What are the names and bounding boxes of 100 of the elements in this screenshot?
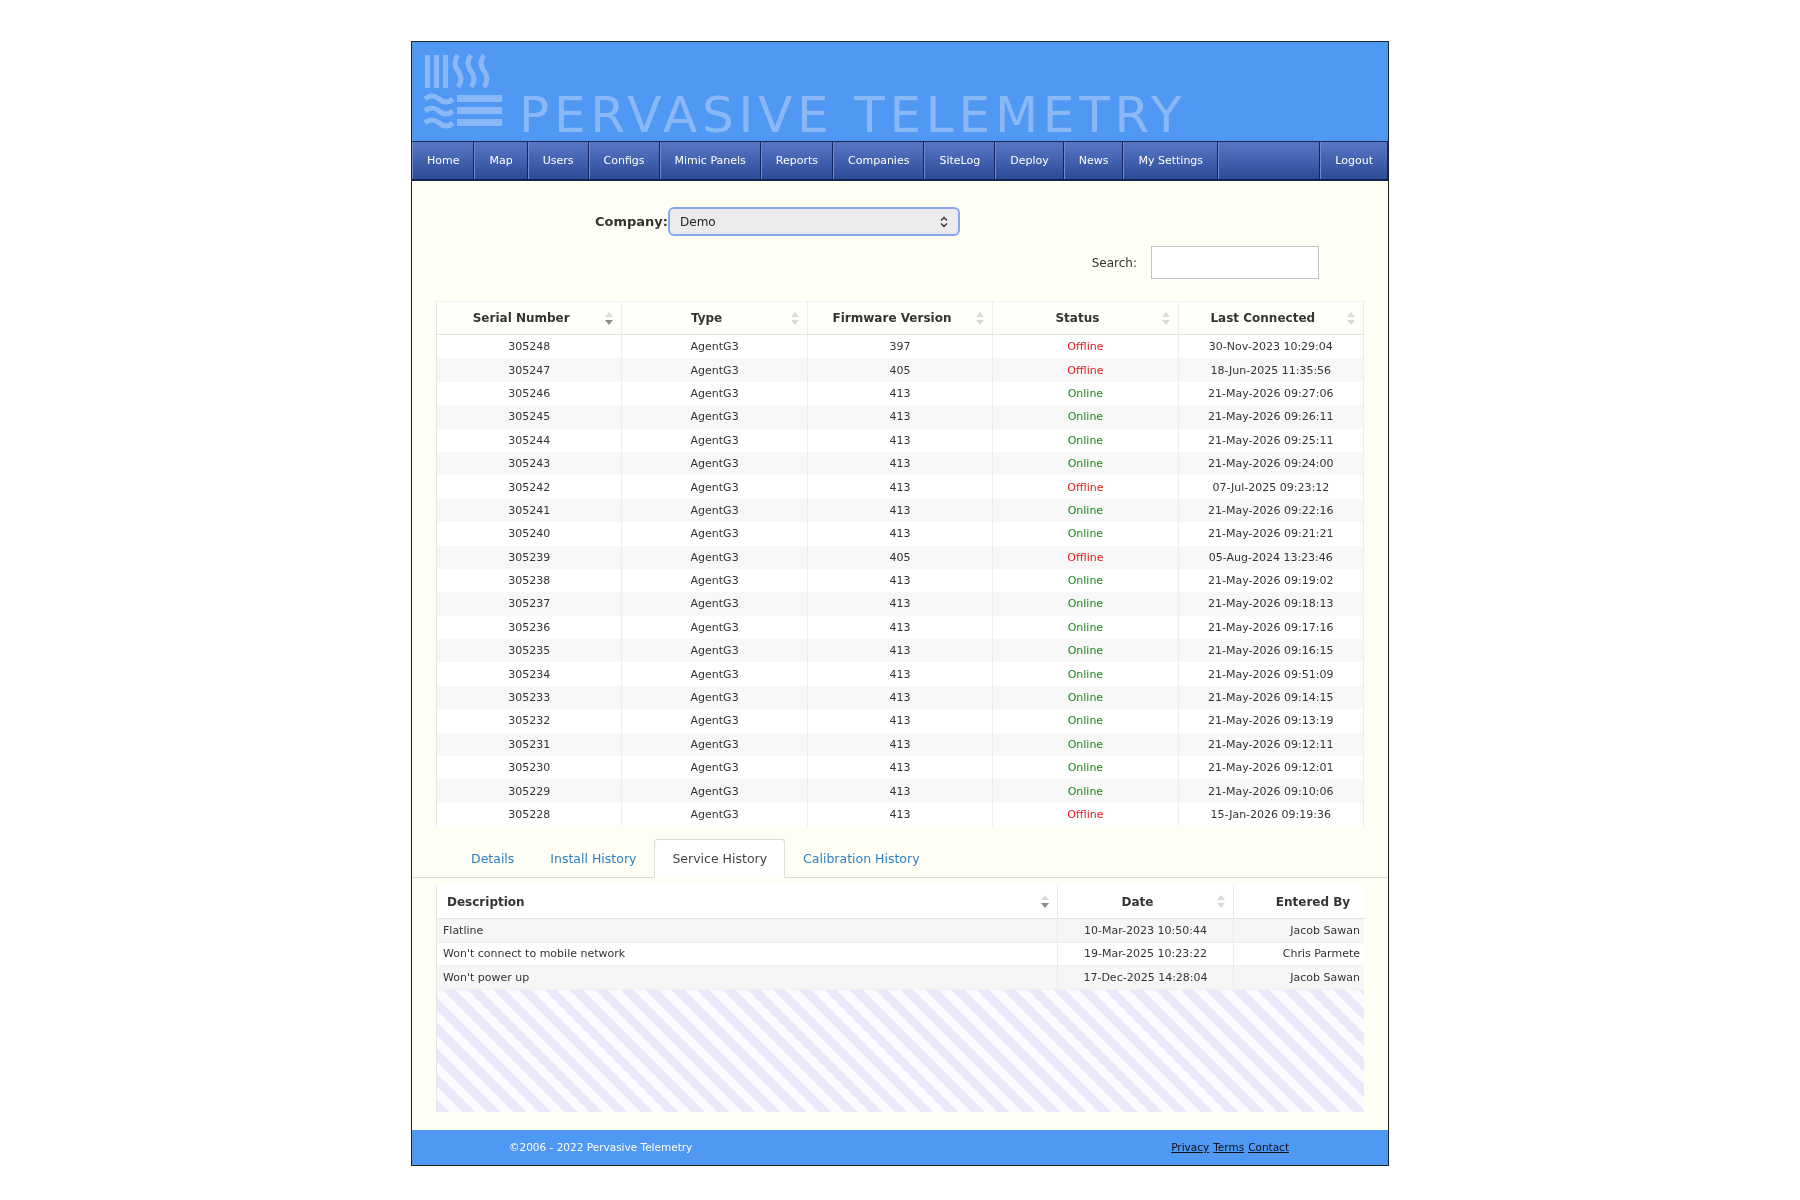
column-header[interactable]: Serial Number: [437, 301, 623, 335]
column-header[interactable]: Entered By: [1234, 885, 1364, 920]
status-cell: Online: [993, 639, 1179, 663]
table-cell: AgentG3: [622, 358, 808, 382]
table-cell: 21-May-2026 09:18:13: [1178, 592, 1364, 616]
nav-item[interactable]: Home: [412, 142, 475, 179]
table-cell: AgentG3: [622, 568, 808, 593]
tab[interactable]: Service History: [654, 839, 786, 879]
nav-item[interactable]: SiteLog: [924, 142, 996, 179]
table-cell: 21-May-2026 09:26:11: [1178, 405, 1364, 429]
table-cell: 413: [807, 522, 994, 546]
table-cell: 305230: [437, 756, 623, 780]
table-cell: 21-May-2026 09:14:15: [1178, 685, 1364, 710]
chevron-updown-icon: [940, 215, 949, 228]
column-header[interactable]: Status: [993, 301, 1179, 335]
table-cell: 305246: [437, 381, 623, 406]
table-cell: Jacob Sawan: [1234, 966, 1364, 990]
table-cell: AgentG3: [622, 545, 808, 569]
status-cell: Offline: [993, 545, 1179, 569]
table-cell: Won't connect to mobile network: [437, 942, 1058, 967]
table-cell: 305243: [437, 451, 623, 476]
table-cell: 21-May-2026 09:24:00: [1178, 451, 1364, 476]
table-cell: 413: [807, 428, 994, 452]
tab[interactable]: Details: [471, 850, 515, 866]
table-cell: 305234: [437, 662, 623, 686]
nav-item[interactable]: Companies: [833, 142, 925, 179]
status-cell: Offline: [993, 802, 1179, 827]
tab[interactable]: Install History: [550, 850, 637, 866]
table-cell: 18-Jun-2025 11:35:56: [1178, 358, 1364, 382]
copyright-text: ©2006 - 2022 Pervasive Telemetry: [509, 1141, 693, 1154]
company-label: Company:: [595, 214, 669, 229]
table-cell: AgentG3: [622, 451, 808, 476]
table-cell: 21-May-2026 09:19:02: [1178, 568, 1364, 593]
table-cell: 21-May-2026 09:25:11: [1178, 428, 1364, 452]
table-cell: AgentG3: [622, 709, 808, 733]
table-cell: 21-May-2026 09:16:15: [1178, 639, 1364, 663]
nav-item[interactable]: Reports: [760, 142, 834, 179]
table-cell: 413: [807, 662, 994, 686]
table-cell: 413: [807, 779, 994, 803]
footer-link[interactable]: Terms: [1213, 1141, 1245, 1154]
table-cell: 413: [807, 592, 994, 616]
table-cell: 305238: [437, 568, 623, 593]
table-cell: AgentG3: [622, 335, 808, 359]
table-cell: AgentG3: [622, 381, 808, 406]
company-select[interactable]: Demo: [668, 207, 961, 236]
status-cell: Offline: [993, 358, 1179, 382]
table-cell: 21-May-2026 09:51:09: [1178, 662, 1364, 686]
nav-item[interactable]: My Settings: [1123, 142, 1219, 179]
table-cell: 405: [807, 358, 994, 382]
table-cell: 413: [807, 709, 994, 733]
table-cell: AgentG3: [622, 405, 808, 429]
table-cell: 10-Mar-2023 10:50:44: [1058, 919, 1234, 943]
table-cell: 413: [807, 732, 994, 757]
footer-link[interactable]: Contact: [1248, 1141, 1289, 1154]
table-cell: AgentG3: [622, 662, 808, 686]
column-header[interactable]: Date: [1058, 885, 1234, 920]
table-cell: 413: [807, 756, 994, 780]
search-field[interactable]: [1151, 246, 1319, 279]
table-cell: Flatline: [437, 919, 1058, 943]
nav-item[interactable]: Users: [527, 142, 589, 179]
table-cell: 413: [807, 451, 994, 476]
nav-item[interactable]: Mimic Panels: [659, 142, 761, 179]
column-header[interactable]: Type: [622, 301, 808, 335]
table-cell: 05-Aug-2024 13:23:46: [1178, 545, 1364, 569]
table-cell: 305240: [437, 522, 623, 546]
table-cell: 21-May-2026 09:12:01: [1178, 756, 1364, 780]
status-cell: Online: [993, 756, 1179, 780]
table-cell: AgentG3: [622, 639, 808, 663]
column-header[interactable]: Description: [437, 885, 1058, 920]
table-cell: 305239: [437, 545, 623, 569]
table-cell: AgentG3: [622, 522, 808, 546]
nav-item[interactable]: News: [1063, 142, 1124, 179]
table-cell: 21-May-2026 09:12:11: [1178, 732, 1364, 757]
table-cell: 413: [807, 475, 994, 499]
tab[interactable]: Calibration History: [803, 850, 920, 866]
column-header[interactable]: Last Connected: [1178, 301, 1364, 335]
nav-item[interactable]: Map: [474, 142, 528, 179]
table-cell: 305236: [437, 615, 623, 640]
status-cell: Offline: [993, 335, 1179, 359]
nav-item[interactable]: Configs: [588, 142, 660, 179]
logout-button[interactable]: Logout: [1320, 142, 1388, 179]
status-cell: Online: [993, 592, 1179, 616]
table-cell: AgentG3: [622, 779, 808, 803]
footer-link[interactable]: Privacy: [1171, 1141, 1210, 1154]
table-cell: 413: [807, 685, 994, 710]
table-cell: 21-May-2026 09:27:06: [1178, 381, 1364, 406]
table-cell: AgentG3: [622, 428, 808, 452]
status-cell: Online: [993, 498, 1179, 523]
status-cell: Online: [993, 568, 1179, 593]
status-cell: Online: [993, 428, 1179, 452]
nav-item[interactable]: Deploy: [995, 142, 1064, 179]
status-cell: Online: [993, 522, 1179, 546]
table-cell: Won't power up: [437, 966, 1058, 990]
column-header[interactable]: Firmware Version: [807, 301, 994, 335]
table-cell: 21-May-2026 09:22:16: [1178, 498, 1364, 523]
table-cell: 305228: [437, 802, 623, 827]
table-cell: 305229: [437, 779, 623, 803]
table-cell: AgentG3: [622, 615, 808, 640]
table-cell: 305248: [437, 335, 623, 359]
table-cell: 21-May-2026 09:13:19: [1178, 709, 1364, 733]
